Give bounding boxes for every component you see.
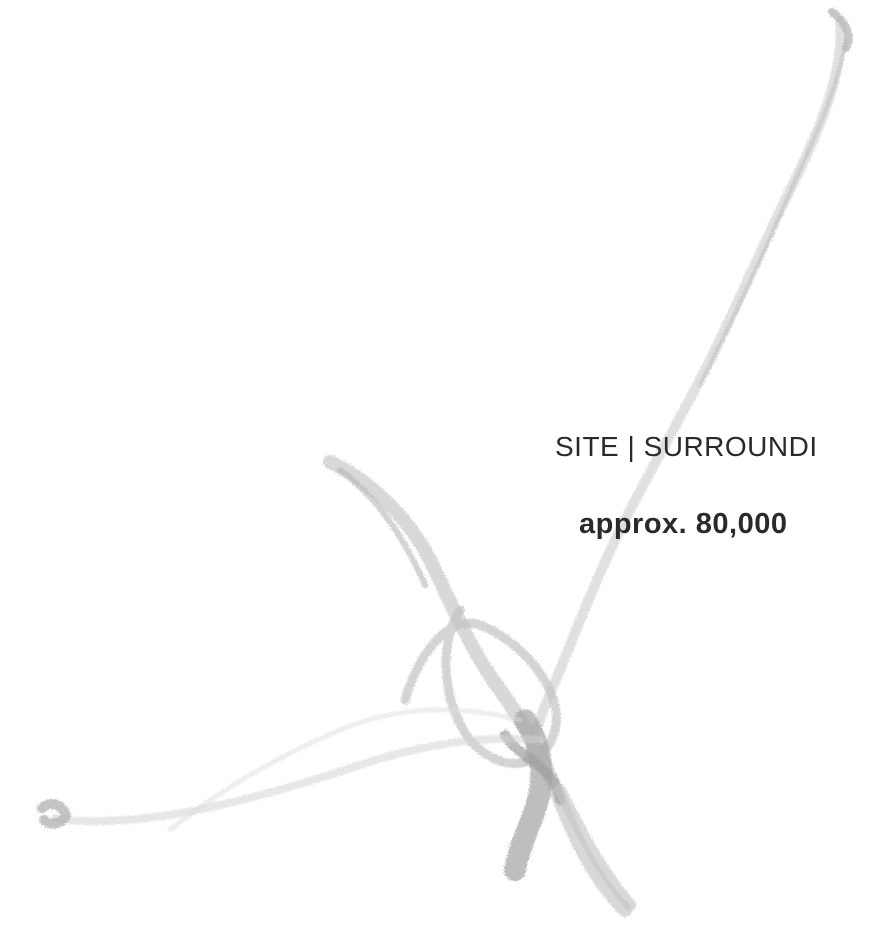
section-heading: SITE | SURROUNDI: [555, 431, 818, 462]
area-value-text: approx. 80,000: [579, 508, 788, 540]
